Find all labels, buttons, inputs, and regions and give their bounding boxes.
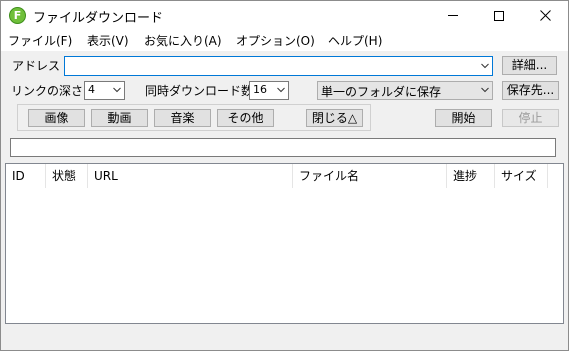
list-header: ID 状態 URL ファイル名 進捗 サイズ: [6, 164, 563, 188]
address-combobox[interactable]: [64, 56, 493, 76]
save-mode-value: 単一のフォルダに保存: [321, 85, 442, 99]
collapse-button[interactable]: 閉じる△: [306, 109, 363, 127]
link-depth-select[interactable]: 4: [84, 81, 125, 100]
close-window-button[interactable]: [522, 1, 568, 30]
chevron-down-icon[interactable]: [481, 62, 489, 70]
chevron-down-icon: [277, 87, 285, 93]
minimize-icon: [448, 15, 458, 16]
filter-music-button[interactable]: 音楽: [154, 109, 211, 127]
window-title: ファイルダウンロード: [33, 11, 164, 26]
app-icon: F: [9, 7, 26, 24]
concurrent-select[interactable]: 16: [249, 81, 289, 100]
menu-options[interactable]: オプション(O): [236, 32, 315, 49]
concurrent-label: 同時ダウンロード数: [145, 84, 254, 98]
column-header-size[interactable]: サイズ: [495, 164, 548, 188]
chevron-down-icon: [113, 87, 121, 93]
chevron-down-icon: [481, 87, 489, 93]
save-to-button[interactable]: 保存先...: [502, 81, 559, 100]
filter-image-button[interactable]: 画像: [28, 109, 85, 127]
save-mode-select[interactable]: 単一のフォルダに保存: [317, 81, 493, 100]
start-button[interactable]: 開始: [435, 109, 492, 127]
close-icon: [539, 10, 551, 21]
column-header-status[interactable]: 状態: [46, 164, 88, 188]
concurrent-value: 16: [253, 83, 267, 96]
main-window: F ファイルダウンロード ファイル(F) 表示(V) お気に入り(A) オプショ…: [0, 0, 569, 351]
title-bar: F ファイルダウンロード: [1, 1, 568, 30]
filter-video-button[interactable]: 動画: [91, 109, 148, 127]
maximize-icon: [494, 10, 504, 21]
maximize-button[interactable]: [476, 1, 522, 30]
minimize-button[interactable]: [430, 1, 476, 30]
link-depth-label: リンクの深さ: [11, 84, 84, 98]
detail-button[interactable]: 詳細...: [502, 56, 557, 75]
menu-file[interactable]: ファイル(F): [8, 32, 72, 49]
column-header-progress[interactable]: 進捗: [447, 164, 495, 188]
column-header-filename[interactable]: ファイル名: [293, 164, 447, 188]
address-label: アドレス: [12, 59, 61, 73]
column-header-id[interactable]: ID: [6, 164, 46, 188]
download-list[interactable]: ID 状態 URL ファイル名 進捗 サイズ: [5, 163, 564, 324]
filter-other-button[interactable]: その他: [217, 109, 274, 127]
menu-bar: ファイル(F) 表示(V) お気に入り(A) オプション(O) ヘルプ(H): [1, 30, 568, 51]
menu-view[interactable]: 表示(V): [87, 32, 129, 49]
link-depth-value: 4: [88, 83, 95, 96]
menu-favorites[interactable]: お気に入り(A): [144, 32, 222, 49]
column-header-url[interactable]: URL: [88, 164, 293, 188]
stop-button[interactable]: 停止: [502, 109, 559, 127]
menu-help[interactable]: ヘルプ(H): [328, 32, 382, 49]
url-filter-input[interactable]: [10, 138, 556, 157]
